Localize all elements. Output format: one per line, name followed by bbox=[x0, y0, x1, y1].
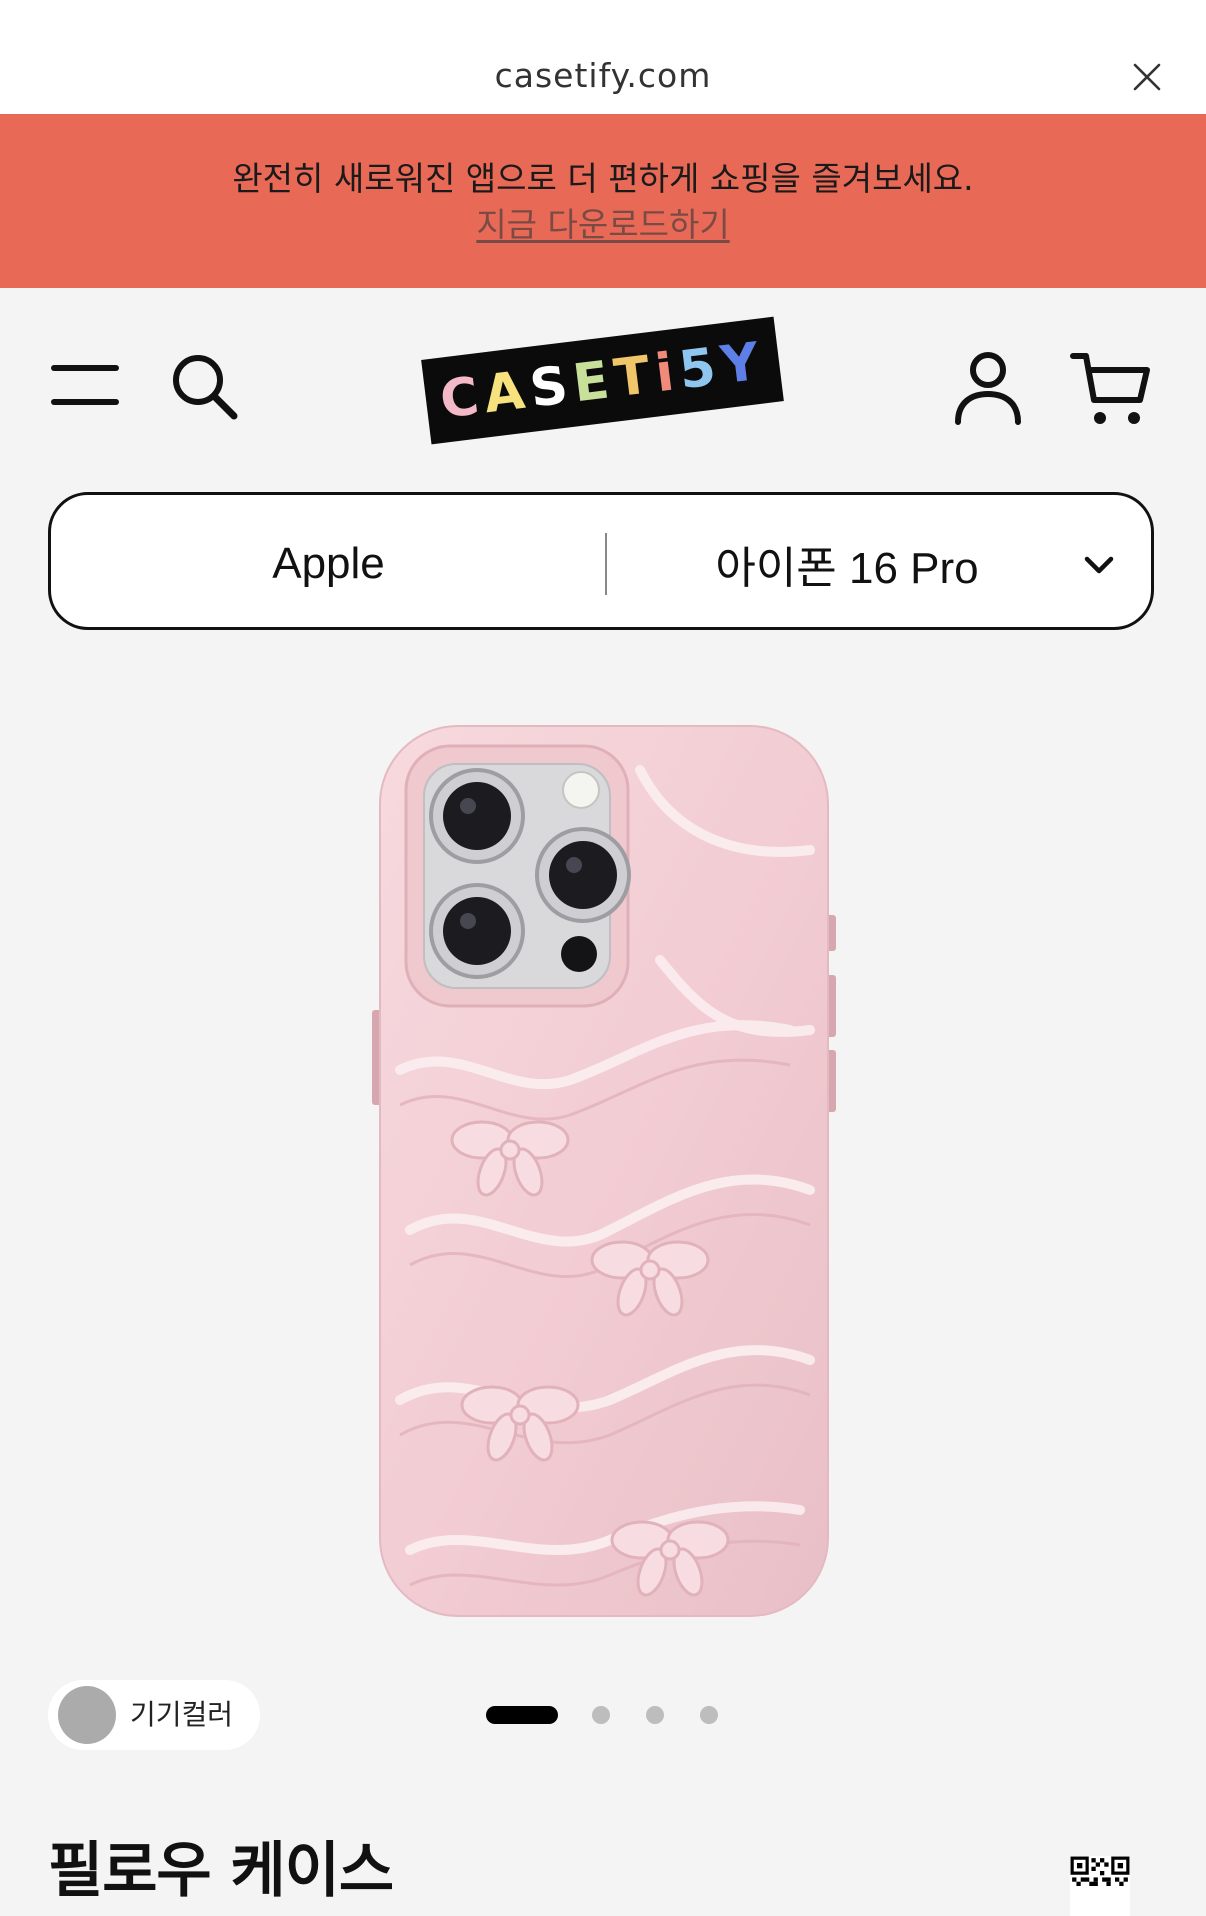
logo-letter: T bbox=[610, 344, 660, 409]
product-title: 필로우 케이스 bbox=[48, 1836, 394, 1906]
qr-code-icon[interactable] bbox=[1044, 1856, 1156, 1916]
carousel-dot[interactable] bbox=[700, 1706, 718, 1724]
logo-letter: E bbox=[569, 349, 619, 414]
menu-icon[interactable] bbox=[50, 362, 120, 408]
close-icon[interactable] bbox=[1132, 62, 1162, 92]
logo-letter: A bbox=[480, 359, 534, 425]
account-icon[interactable] bbox=[952, 348, 1024, 428]
logo-letter: C bbox=[436, 365, 488, 431]
chevron-down-icon[interactable] bbox=[1081, 547, 1117, 583]
cart-icon[interactable] bbox=[1070, 348, 1152, 428]
device-color-swatch bbox=[58, 1686, 116, 1744]
banner-message: 완전히 새로워진 앱으로 더 편하게 쇼핑을 즐겨보세요. bbox=[232, 159, 974, 198]
device-color-toggle[interactable]: 기기컬러 bbox=[48, 1680, 260, 1750]
app-download-banner: 완전히 새로워진 앱으로 더 편하게 쇼핑을 즐겨보세요. 지금 다운로드하기 bbox=[0, 114, 1206, 288]
carousel-dot[interactable] bbox=[592, 1706, 610, 1724]
logo-letter: 5 bbox=[675, 336, 725, 401]
search-icon[interactable] bbox=[168, 350, 240, 422]
logo-letter: S bbox=[526, 354, 577, 420]
site-header: CASETi5Y bbox=[0, 288, 1206, 478]
device-color-label: 기기컬러 bbox=[130, 1698, 234, 1731]
download-app-link[interactable]: 지금 다운로드하기 bbox=[0, 198, 1206, 246]
browser-url-bar: casetify.com bbox=[0, 0, 1206, 114]
url-text[interactable]: casetify.com bbox=[0, 56, 1206, 95]
casetify-logo[interactable]: CASETi5Y bbox=[421, 316, 784, 445]
brand-select[interactable]: Apple bbox=[51, 495, 606, 633]
device-selector[interactable]: Apple 아이폰 16 Pro bbox=[48, 492, 1154, 630]
carousel-dot-active[interactable] bbox=[486, 1706, 558, 1724]
model-select[interactable]: 아이폰 16 Pro bbox=[607, 495, 1087, 633]
carousel-dot[interactable] bbox=[646, 1706, 664, 1724]
product-image[interactable] bbox=[370, 710, 840, 1630]
logo-letter: Y bbox=[717, 330, 769, 396]
